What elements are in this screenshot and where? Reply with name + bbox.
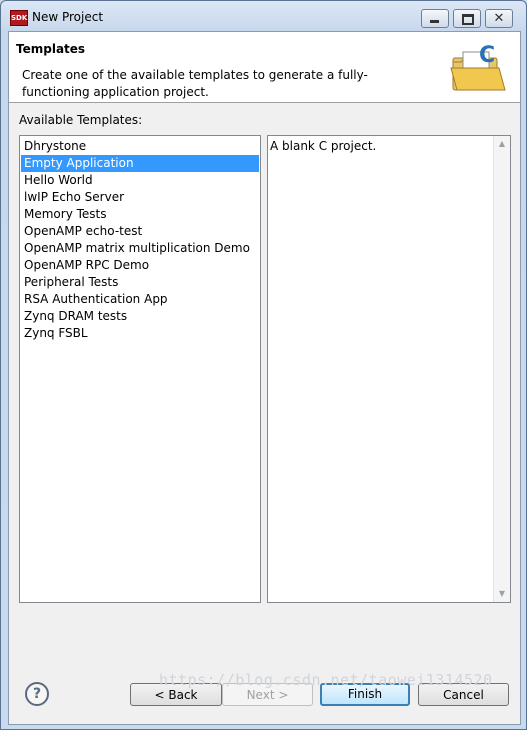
page-title: Templates xyxy=(16,42,86,56)
new-project-window: SDK New Project ✕ Templates Create one o… xyxy=(0,0,527,730)
template-item[interactable]: Hello World xyxy=(21,172,259,189)
title-bar[interactable]: SDK New Project ✕ xyxy=(1,1,526,31)
svg-text:C: C xyxy=(479,43,495,68)
window-title: New Project xyxy=(32,10,104,24)
template-item[interactable]: Memory Tests xyxy=(21,206,259,223)
minimize-icon xyxy=(430,20,439,23)
page-description: Create one of the available templates to… xyxy=(22,68,368,99)
sdk-app-icon: SDK xyxy=(10,10,28,26)
close-button[interactable]: ✕ xyxy=(485,9,513,28)
c-folder-icon: C xyxy=(450,43,506,91)
template-description: A blank C project. xyxy=(270,139,377,153)
watermark: https://blog.csdn.net/taowei1314520 xyxy=(159,671,493,689)
template-item[interactable]: Peripheral Tests xyxy=(21,274,259,291)
close-icon: ✕ xyxy=(493,11,505,26)
template-item[interactable]: OpenAMP RPC Demo xyxy=(21,257,259,274)
template-item[interactable]: OpenAMP matrix multiplication Demo xyxy=(21,240,259,257)
template-item[interactable]: Zynq FSBL xyxy=(21,325,259,342)
template-item[interactable]: Empty Application xyxy=(21,155,259,172)
templates-list[interactable]: Dhrystone Empty Application Hello World lwI… xyxy=(19,135,261,603)
minimize-button[interactable] xyxy=(421,9,449,28)
scroll-down-arrow-icon[interactable]: ▼ xyxy=(494,586,510,602)
template-description-box: A blank C project. ▲ ▼ xyxy=(267,135,511,603)
available-templates-label: Available Templates: xyxy=(19,113,143,127)
wizard-banner: Templates Create one of the available te… xyxy=(9,32,520,103)
dialog-body: Templates Create one of the available te… xyxy=(8,31,521,725)
description-scrollbar[interactable]: ▲ ▼ xyxy=(493,136,510,602)
template-item[interactable]: RSA Authentication App xyxy=(21,291,259,308)
template-item[interactable]: lwIP Echo Server xyxy=(21,189,259,206)
template-item[interactable]: OpenAMP echo-test xyxy=(21,223,259,240)
template-item[interactable]: Dhrystone xyxy=(21,138,259,155)
maximize-button[interactable] xyxy=(453,9,481,28)
template-item[interactable]: Zynq DRAM tests xyxy=(21,308,259,325)
help-icon[interactable]: ? xyxy=(25,682,49,706)
scroll-up-arrow-icon[interactable]: ▲ xyxy=(494,136,510,152)
maximize-icon xyxy=(462,14,474,25)
